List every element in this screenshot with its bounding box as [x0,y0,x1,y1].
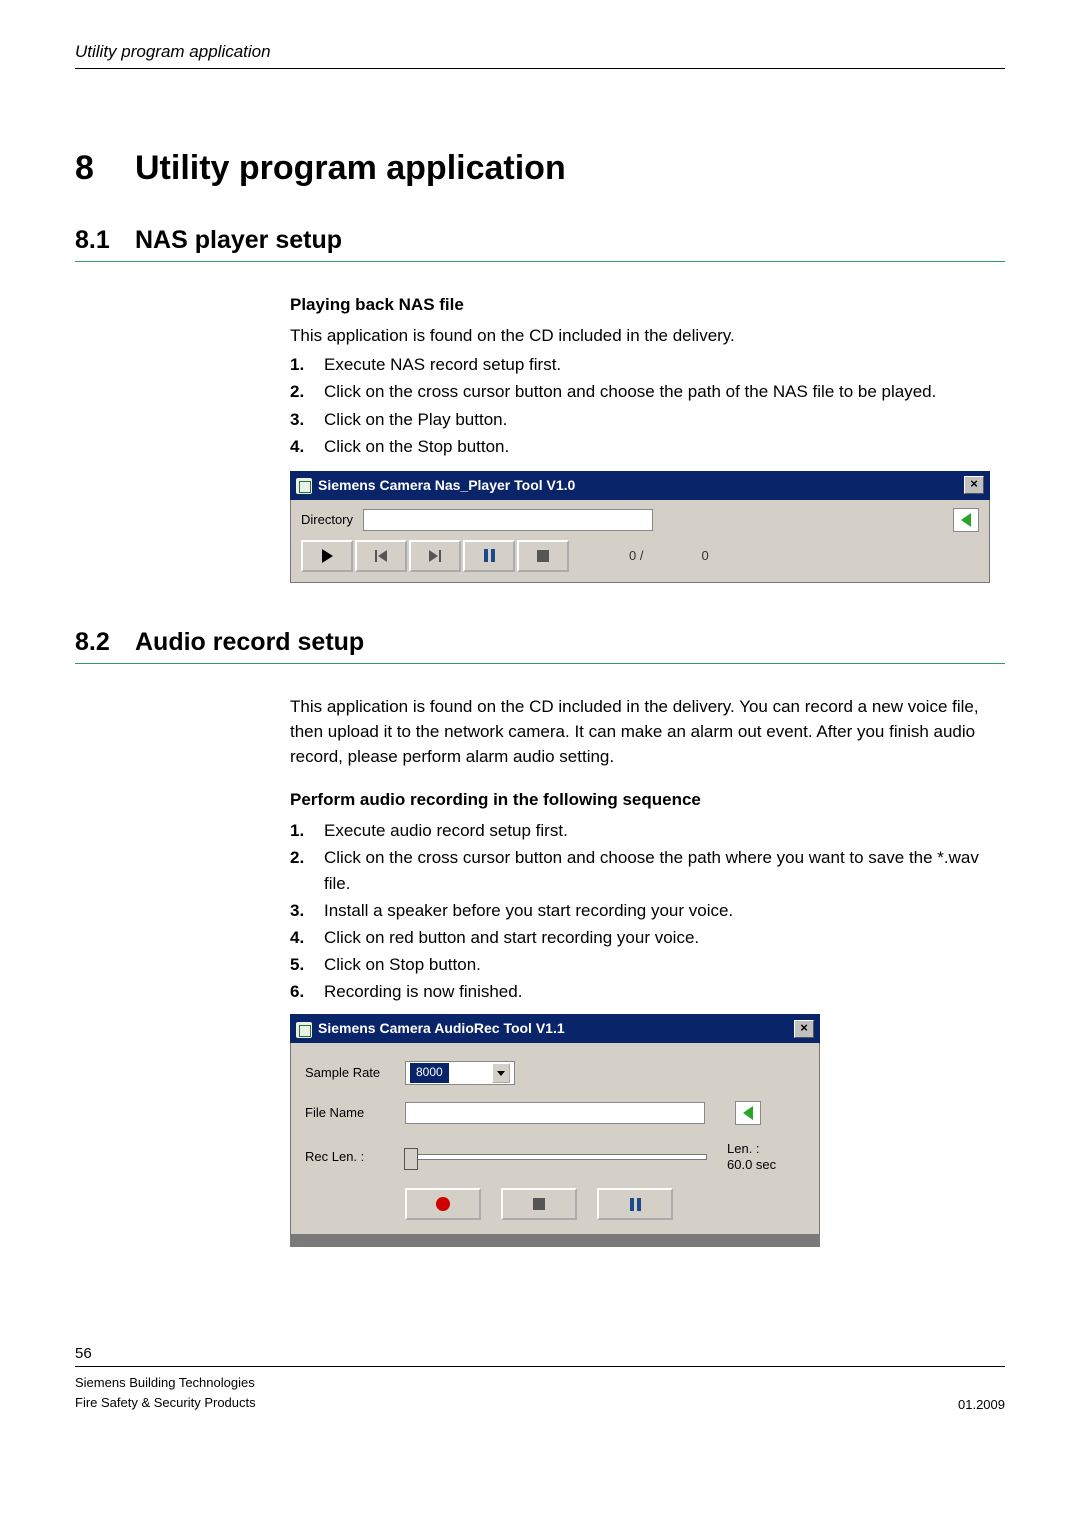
chapter-heading: 8Utility program application [75,149,1005,188]
section-heading-2: 8.2Audio record setup [75,628,1005,664]
audio-rec-window: Siemens Camera AudioRec Tool V1.1 × Samp… [290,1014,820,1247]
section-heading-1: 8.1NAS player setup [75,226,1005,262]
close-icon[interactable]: × [794,1020,814,1038]
list-number: 6. [290,979,324,1004]
running-header: Utility program application [75,42,1005,69]
directory-input[interactable] [363,509,653,531]
page-number: 56 [75,1345,92,1362]
browse-button[interactable] [953,508,979,532]
list-item: Click on the Play button. [324,407,1005,432]
pause-button[interactable] [597,1188,673,1220]
pause-icon [630,1198,641,1211]
list-item: Execute audio record setup first. [324,818,1005,843]
chapter-number: 8 [75,149,135,188]
rec-len-label: Rec Len. : [305,1147,405,1166]
list-item: Install a speaker before you start recor… [324,898,1005,923]
pause-icon [484,549,495,562]
prev-button[interactable] [355,540,407,572]
sample-rate-label: Sample Rate [305,1063,405,1082]
window-title: Siemens Camera AudioRec Tool V1.1 [318,1020,565,1036]
list-number: 1. [290,818,324,843]
section-title-text: Audio record setup [135,628,364,656]
subheading: Perform audio recording in the following… [290,787,1005,812]
list-number: 2. [290,845,324,895]
slider-thumb[interactable] [404,1148,418,1170]
directory-label: Directory [301,510,353,529]
list-item: Click on red button and start recording … [324,925,1005,950]
file-name-label: File Name [305,1103,405,1122]
list-item: Click on the Stop button. [324,434,1005,459]
record-button[interactable] [405,1188,481,1220]
list-number: 1. [290,352,324,377]
app-icon [296,478,312,494]
prev-icon [375,550,387,562]
body-text: This application is found on the CD incl… [290,323,1005,348]
sample-rate-value: 8000 [410,1063,449,1083]
counter-current: 0 / [629,546,643,565]
close-icon[interactable]: × [964,476,984,494]
list-number: 4. [290,925,324,950]
list-item: Click on the cross cursor button and cho… [324,845,1005,895]
chapter-title: Utility program application [135,149,566,187]
play-icon [322,549,333,563]
list-number: 3. [290,898,324,923]
list-item: Click on Stop button. [324,952,1005,977]
body-text: This application is found on the CD incl… [290,694,1005,769]
sample-rate-select[interactable]: 8000 [405,1061,515,1085]
footer-line-2: Fire Safety & Security Products [75,1393,256,1413]
record-icon [436,1197,450,1211]
stop-button[interactable] [501,1188,577,1220]
app-icon [296,1022,312,1038]
pause-button[interactable] [463,540,515,572]
nas-player-window: Siemens Camera Nas_Player Tool V1.0 × Di… [290,471,990,583]
arrow-left-icon [961,513,971,527]
chevron-down-icon [492,1063,510,1083]
list-item: Recording is now finished. [324,979,1005,1004]
arrow-left-icon [743,1106,753,1120]
section-number: 8.2 [75,628,135,657]
footer-date: 01.2009 [958,1397,1005,1412]
counter-total: 0 [701,546,708,565]
window-titlebar: Siemens Camera Nas_Player Tool V1.0 × [290,471,990,500]
footer-line-1: Siemens Building Technologies [75,1373,256,1393]
stop-icon [533,1198,545,1210]
list-number: 3. [290,407,324,432]
length-readout: Len. :60.0 sec [727,1141,776,1172]
resize-grip[interactable] [290,1235,820,1247]
stop-button[interactable] [517,540,569,572]
play-button[interactable] [301,540,353,572]
window-titlebar: Siemens Camera AudioRec Tool V1.1 × [290,1014,820,1043]
file-name-input[interactable] [405,1102,705,1124]
next-button[interactable] [409,540,461,572]
list-number: 2. [290,379,324,404]
section-number: 8.1 [75,226,135,255]
section-title-text: NAS player setup [135,226,342,254]
page-footer: Siemens Building Technologies Fire Safet… [75,1366,1005,1412]
stop-icon [537,550,549,562]
list-number: 5. [290,952,324,977]
window-title: Siemens Camera Nas_Player Tool V1.0 [318,477,575,493]
browse-button[interactable] [735,1101,761,1125]
list-item: Click on the cross cursor button and cho… [324,379,1005,404]
subheading: Playing back NAS file [290,292,1005,317]
list-number: 4. [290,434,324,459]
list-item: Execute NAS record setup first. [324,352,1005,377]
next-icon [429,550,441,562]
rec-len-slider[interactable] [405,1154,707,1160]
